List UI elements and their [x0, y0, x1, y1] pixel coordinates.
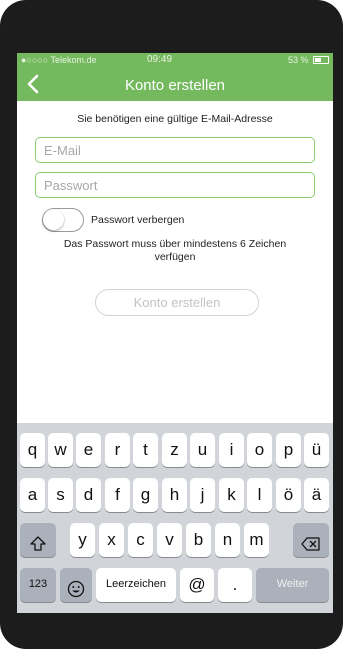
keyboard: q w e r t z u i o p ü a s d f g h j k l …	[17, 423, 333, 613]
battery-label: 53 %	[287, 55, 309, 65]
key-d[interactable]: d	[76, 478, 101, 512]
at-key[interactable]: @	[180, 568, 214, 602]
key-b[interactable]: b	[186, 523, 211, 557]
page-title: Konto erstellen	[124, 77, 226, 94]
numbers-key[interactable]: 123	[20, 568, 56, 602]
create-account-button[interactable]: Konto erstellen	[95, 289, 259, 316]
hide-password-label: Passwort verbergen	[91, 214, 185, 226]
key-q[interactable]: q	[20, 433, 45, 467]
status-bar: ●○○○○ Telekom.de 09:49 53 %	[17, 53, 333, 67]
key-f[interactable]: f	[105, 478, 130, 512]
emoji-icon	[67, 580, 85, 598]
carrier-label: ●○○○○ Telekom.de	[21, 55, 97, 65]
password-hint: Das Passwort muss über mindestens 6 Zeic…	[63, 238, 287, 263]
key-t[interactable]: t	[133, 433, 158, 467]
key-a[interactable]: a	[20, 478, 45, 512]
key-s[interactable]: s	[48, 478, 73, 512]
key-o[interactable]: o	[247, 433, 272, 467]
email-requirement-text: Sie benötigen eine gültige E-Mail-Adress…	[77, 113, 273, 125]
key-n[interactable]: n	[215, 523, 240, 557]
hide-password-toggle[interactable]	[42, 208, 84, 232]
key-m[interactable]: m	[244, 523, 269, 557]
key-v[interactable]: v	[157, 523, 182, 557]
key-oe[interactable]: ö	[276, 478, 301, 512]
backspace-key[interactable]	[293, 523, 329, 557]
dot-key[interactable]: .	[218, 568, 252, 602]
screen: ●○○○○ Telekom.de 09:49 53 % Konto erstel…	[17, 53, 333, 613]
clock: 09:49	[147, 54, 173, 65]
key-z[interactable]: z	[162, 433, 187, 467]
space-key[interactable]: Leerzeichen	[96, 568, 176, 602]
key-y[interactable]: y	[70, 523, 95, 557]
battery-icon	[313, 56, 329, 64]
key-l[interactable]: l	[247, 478, 272, 512]
key-r[interactable]: r	[105, 433, 130, 467]
key-i[interactable]: i	[219, 433, 244, 467]
key-w[interactable]: w	[48, 433, 73, 467]
key-u[interactable]: u	[190, 433, 215, 467]
emoji-key[interactable]	[60, 568, 92, 602]
backspace-icon	[301, 537, 320, 551]
status-right: 53 %	[288, 55, 329, 65]
next-key[interactable]: Weiter	[256, 568, 329, 602]
key-ue[interactable]: ü	[304, 433, 329, 467]
key-k[interactable]: k	[219, 478, 244, 512]
key-g[interactable]: g	[133, 478, 158, 512]
key-c[interactable]: c	[128, 523, 153, 557]
navigation-bar: ●○○○○ Telekom.de 09:49 53 % Konto erstel…	[17, 53, 333, 101]
phone-frame: ●○○○○ Telekom.de 09:49 53 % Konto erstel…	[0, 0, 343, 649]
toggle-knob	[43, 209, 64, 230]
shift-icon	[30, 536, 46, 551]
key-p[interactable]: p	[276, 433, 301, 467]
key-h[interactable]: h	[162, 478, 187, 512]
email-field[interactable]	[35, 137, 315, 163]
key-j[interactable]: j	[190, 478, 215, 512]
key-ae[interactable]: ä	[304, 478, 329, 512]
key-e[interactable]: e	[76, 433, 101, 467]
password-field[interactable]	[35, 172, 315, 198]
shift-key[interactable]	[20, 523, 56, 557]
key-x[interactable]: x	[99, 523, 124, 557]
